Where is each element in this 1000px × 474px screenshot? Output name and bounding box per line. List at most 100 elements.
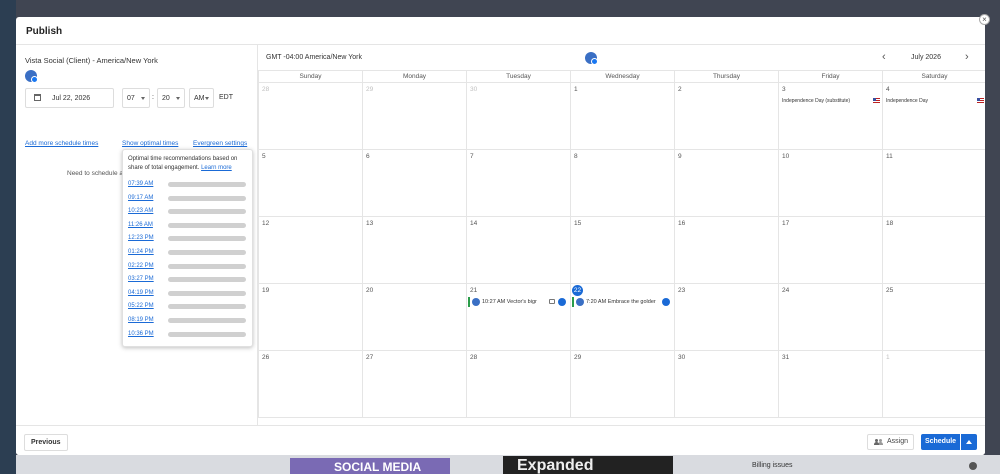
calendar-day-cell[interactable]: 29	[362, 83, 466, 149]
optimal-time-link[interactable]: 01:24 PM	[128, 249, 154, 255]
calendar-day-cell[interactable]: 30	[674, 351, 778, 417]
prev-month-button[interactable]: ‹	[882, 51, 886, 63]
optimal-time-link[interactable]: 02:22 PM	[128, 263, 154, 269]
optimal-time-row: 10:23 AM	[128, 207, 248, 217]
calendar-day-cell[interactable]: 23	[674, 284, 778, 350]
ampm-select[interactable]: AM	[189, 88, 214, 108]
profile-avatar[interactable]	[25, 70, 38, 83]
post-label: 10:27 AM Vector's bigr	[482, 299, 537, 305]
calendar-day-cell[interactable]: 12	[258, 217, 362, 283]
scheduled-post[interactable]: 10:27 AM Vector's bigr	[468, 297, 568, 307]
previous-button[interactable]: Previous	[24, 434, 68, 451]
optimal-time-row: 02:22 PM	[128, 262, 248, 272]
calendar-day-cell[interactable]: 6	[362, 150, 466, 216]
optimal-time-link[interactable]: 08:19 PM	[128, 317, 154, 323]
calendar-week: 19 20 21 10:27 AM Vector's bigr 22 7:20 AM Em…	[258, 284, 985, 351]
optimal-time-row: 01:24 PM	[128, 248, 248, 258]
optimal-time-link[interactable]: 11:26 AM	[128, 222, 153, 228]
show-optimal-times-link[interactable]: Show optimal times	[122, 140, 178, 147]
app-sidebar-background	[0, 0, 16, 474]
optimal-description: Optimal time recommendations based on sh…	[128, 155, 250, 172]
calendar-day-cell[interactable]: 1	[570, 83, 674, 149]
engagement-bar	[168, 209, 246, 215]
calendar-day-cell[interactable]: 30	[466, 83, 570, 149]
optimal-time-link[interactable]: 07:39 AM	[128, 181, 153, 187]
optimal-time-link[interactable]: 05:22 PM	[128, 303, 154, 309]
calendar-day-cell[interactable]: 2	[674, 83, 778, 149]
add-schedule-times-link[interactable]: Add more schedule times	[25, 140, 98, 147]
day-number: 14	[470, 220, 478, 227]
calendar-day-cell[interactable]: 25	[882, 284, 985, 350]
engagement-bar	[168, 318, 246, 323]
video-icon	[549, 299, 555, 304]
schedule-button[interactable]: Schedule	[921, 434, 960, 450]
weekday-label: Friday	[778, 71, 882, 82]
calendar-day-cell[interactable]: 27	[362, 351, 466, 417]
calendar-day-cell[interactable]: 29	[570, 351, 674, 417]
engagement-bar	[168, 250, 246, 255]
optimal-time-link[interactable]: 12:23 PM	[128, 235, 154, 241]
next-month-button[interactable]: ›	[965, 51, 969, 63]
calendar-week: 12 13 14 15 16 17 18	[258, 217, 985, 284]
evergreen-settings-link[interactable]: Evergreen settings	[193, 140, 247, 147]
hour-select[interactable]: 07	[122, 88, 150, 108]
calendar-day-cell[interactable]: 22 7:20 AM Embrace the golder	[570, 284, 674, 350]
day-number: 17	[782, 220, 790, 227]
chevron-down-icon	[176, 97, 180, 100]
day-number: 1	[886, 354, 890, 361]
engagement-bar	[168, 290, 246, 296]
calendar-day-cell[interactable]: 8	[570, 150, 674, 216]
network-icon	[558, 298, 566, 306]
minute-select[interactable]: 20	[157, 88, 185, 108]
calendar-day-cell[interactable]: 31	[778, 351, 882, 417]
scheduled-post[interactable]: 7:20 AM Embrace the golder	[572, 297, 672, 307]
calendar-day-cell[interactable]: 17	[778, 217, 882, 283]
calendar-day-cell[interactable]: 11	[882, 150, 985, 216]
background-dot-icon	[969, 462, 977, 470]
schedule-options-button[interactable]	[961, 434, 977, 450]
calendar-day-cell[interactable]: 3 Independence Day (substitute)	[778, 83, 882, 149]
day-number: 16	[678, 220, 686, 227]
calendar-day-cell[interactable]: 7	[466, 150, 570, 216]
calendar-day-cell[interactable]: 9	[674, 150, 778, 216]
calendar-day-cell[interactable]: 24	[778, 284, 882, 350]
calendar-day-cell[interactable]: 28	[466, 351, 570, 417]
calendar-day-cell[interactable]: 26	[258, 351, 362, 417]
calendar-day-cell[interactable]: 13	[362, 217, 466, 283]
background-billing-issues: Billing issues	[752, 462, 793, 469]
calendar-day-cell[interactable]: 16	[674, 217, 778, 283]
calendar-panel: GMT -04:00 America/New York ‹ July 2026 …	[257, 45, 985, 425]
calendar-day-cell[interactable]: 21 10:27 AM Vector's bigr	[466, 284, 570, 350]
calendar-day-cell[interactable]: 28	[258, 83, 362, 149]
calendar-day-cell[interactable]: 4 Independence Day	[882, 83, 985, 149]
engagement-bar	[168, 304, 246, 310]
calendar-week: 5 6 7 8 9 10 11	[258, 150, 985, 217]
assign-button[interactable]: Assign	[867, 434, 914, 450]
learn-more-link[interactable]: Learn more	[201, 165, 232, 171]
optimal-time-link[interactable]: 04:19 PM	[128, 290, 154, 296]
chevron-down-icon	[141, 97, 145, 100]
calendar-day-cell[interactable]: 5	[258, 150, 362, 216]
date-picker[interactable]: Jul 22, 2026	[25, 88, 114, 108]
optimal-time-link[interactable]: 10:23 AM	[128, 208, 153, 214]
calendar-week: 28 29 30 1 2 3 Independence Day (substitute) 4 I…	[258, 83, 985, 150]
weekday-label: Saturday	[882, 71, 985, 82]
calendar-day-cell[interactable]: 15	[570, 217, 674, 283]
day-number: 12	[262, 220, 270, 227]
calendar-day-cell[interactable]: 20	[362, 284, 466, 350]
day-number: 30	[470, 86, 478, 93]
calendar-profile-avatar[interactable]	[585, 52, 598, 65]
close-icon[interactable]: ×	[979, 14, 990, 25]
day-number: 7	[470, 153, 474, 160]
day-number: 29	[574, 354, 582, 361]
day-number: 21	[470, 287, 478, 294]
publish-modal: Publish Vista Social (Client) - America/…	[16, 17, 985, 455]
optimal-time-link[interactable]: 10:36 PM	[128, 331, 154, 337]
optimal-time-link[interactable]: 09:17 AM	[128, 195, 153, 201]
calendar-day-cell[interactable]: 1	[882, 351, 985, 417]
optimal-time-link[interactable]: 03:27 PM	[128, 276, 154, 282]
calendar-day-cell[interactable]: 14	[466, 217, 570, 283]
calendar-day-cell[interactable]: 19	[258, 284, 362, 350]
calendar-day-cell[interactable]: 10	[778, 150, 882, 216]
calendar-day-cell[interactable]: 18	[882, 217, 985, 283]
